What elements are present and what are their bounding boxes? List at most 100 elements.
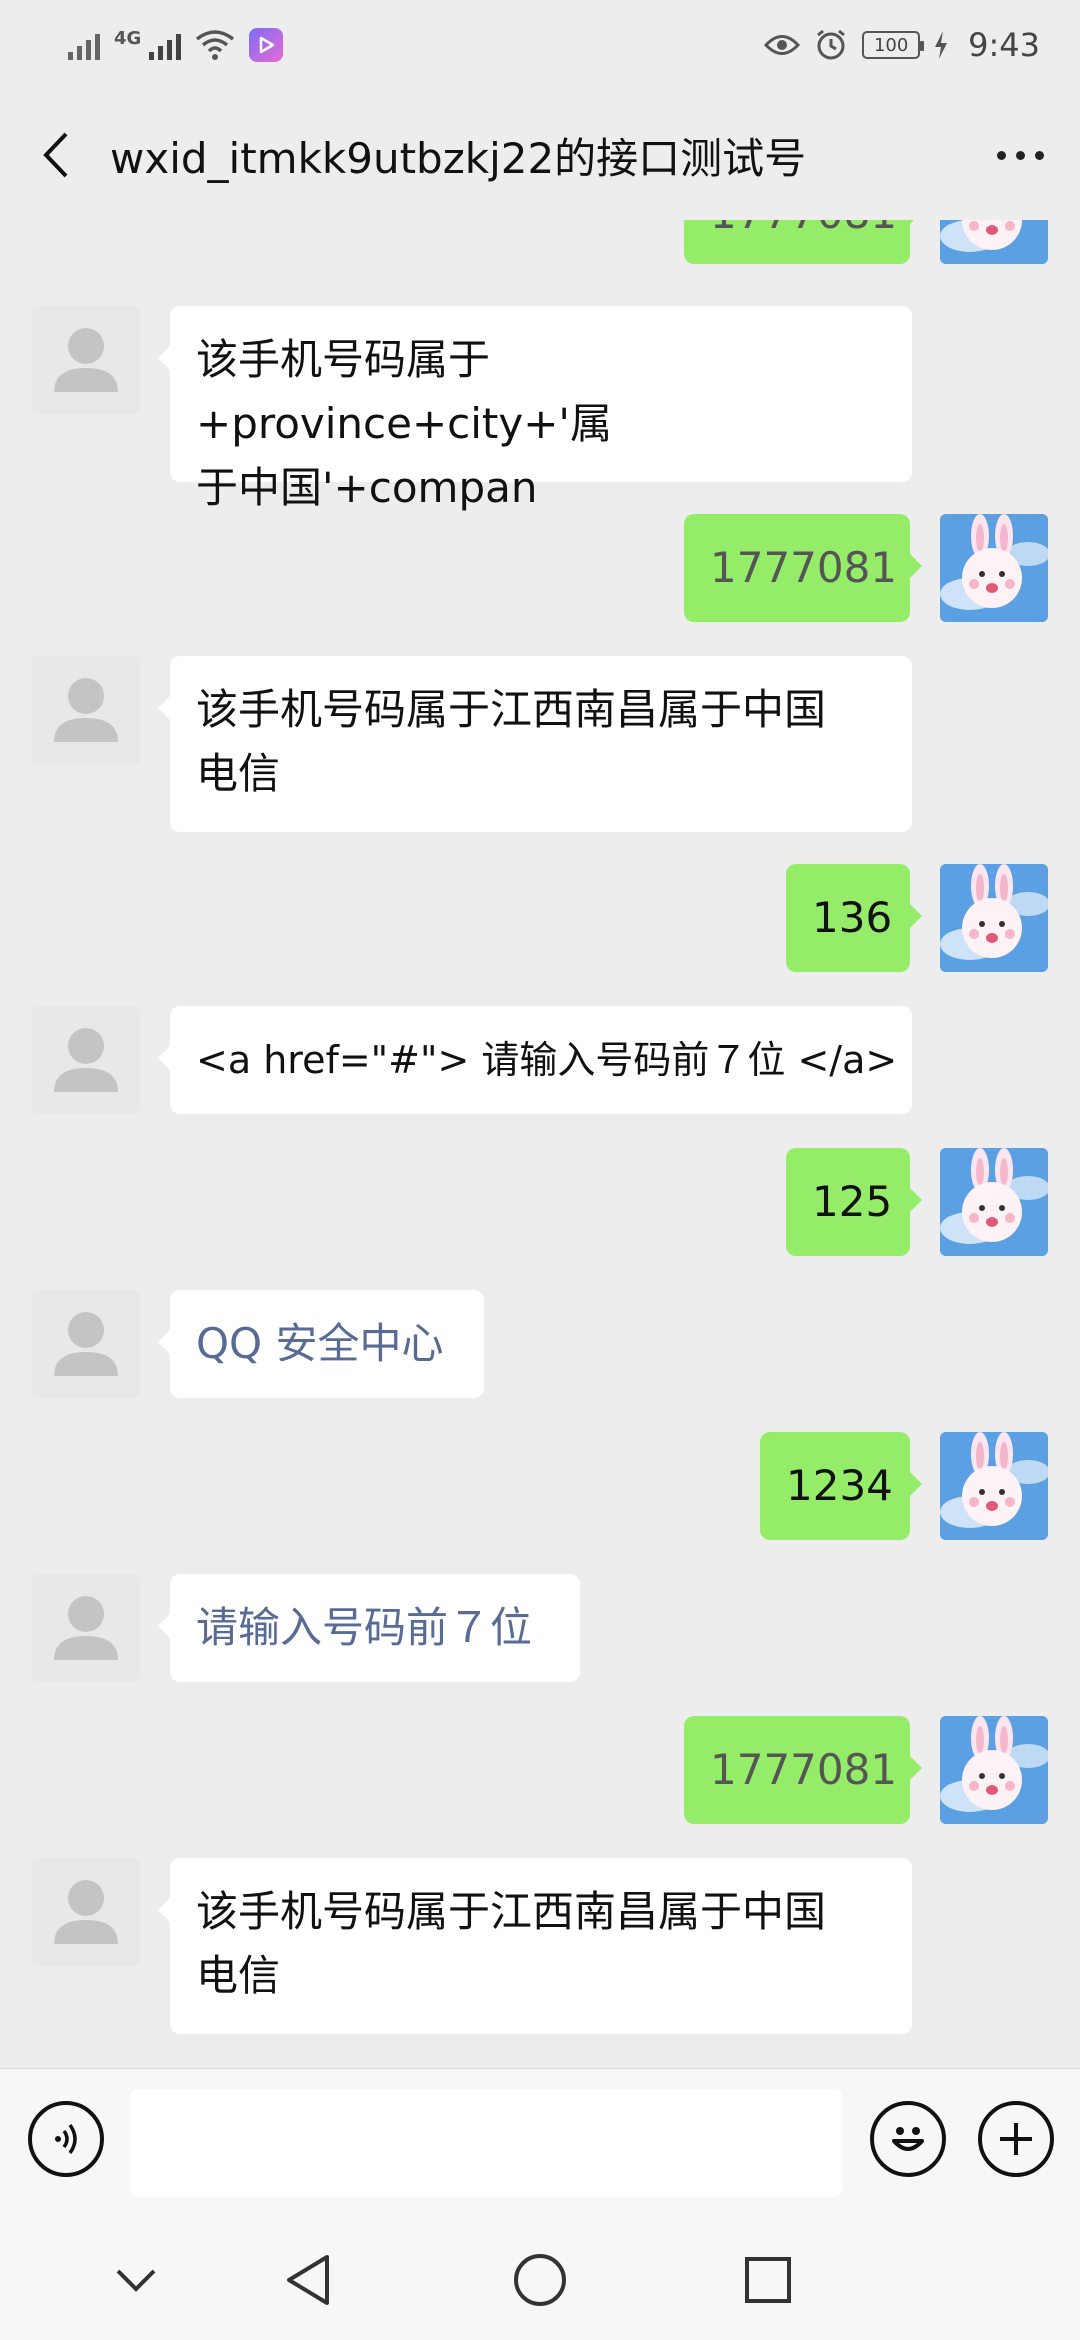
message-bubble-sent[interactable]: 136 [786,864,922,972]
message-bubble-received[interactable]: 请输入号码前７位 [158,1574,580,1682]
message-text: 1234 [786,1461,893,1510]
message-list[interactable]: 1777081 该手机号码属于 +province+city+'属 于中国'+c… [0,220,1080,2068]
message-text-line: 该手机号码属于江西南昌属于中国 [196,685,827,734]
bunny-avatar-icon [940,514,1048,622]
my-avatar[interactable] [940,1716,1048,1824]
bunny-avatar-icon [940,1148,1048,1256]
message-text-line: 于中国'+compan [196,463,538,512]
message-link-text[interactable]: 请输入号码前７位 [196,1596,554,1660]
message-input[interactable] [130,2089,842,2197]
clock: 9:43 [968,26,1040,64]
eye-icon [764,32,801,58]
bunny-avatar-icon [940,220,1048,264]
contact-avatar[interactable] [32,1290,140,1398]
video-app-icon [249,28,284,62]
message-text-line: 电信 [196,1951,281,2000]
message-bubble-sent[interactable]: 1777081 [684,514,922,622]
message-bubble-received[interactable]: QQ 安全中心 [158,1290,484,1398]
battery-icon: 100 [862,31,925,59]
message-bubble-received[interactable]: 该手机号码属于 +province+city+'属 于中国'+compan [158,306,912,512]
emoji-button[interactable] [870,2101,946,2177]
message-row: 125 [0,1148,1080,1258]
message-row: QQ 安全中心 [0,1290,1080,1402]
battery-level: 100 [873,34,909,56]
bunny-avatar-icon [940,1716,1048,1824]
message-bubble-sent[interactable]: 1777081 [684,220,922,264]
voice-toggle-button[interactable] [28,2101,104,2177]
contact-avatar[interactable] [32,1006,140,1114]
contact-avatar[interactable] [32,1574,140,1682]
circle-home-icon [514,2254,566,2306]
message-text-line: 该手机号码属于江西南昌属于中国 [196,1887,827,1936]
message-text-line: 电信 [196,749,281,798]
message-text: 125 [812,1177,893,1226]
my-avatar[interactable] [940,514,1048,622]
plus-icon [1000,2123,1032,2155]
message-row: 请输入号码前７位 [0,1574,1080,1686]
network-type-label: 4G [114,28,142,49]
my-avatar[interactable] [940,1148,1048,1256]
message-row: 该手机号码属于 +province+city+'属 于中国'+compan [0,306,1080,512]
bunny-avatar-icon [940,864,1048,972]
system-nav-bar [0,2220,1080,2340]
message-row: 1777081 [0,514,1080,624]
default-user-icon [54,1880,118,1944]
my-avatar[interactable] [940,220,1048,264]
status-left: 4G [68,28,284,62]
nav-recent-button[interactable] [728,2240,808,2320]
message-text: 1777081 [710,543,898,592]
message-bubble-received[interactable]: 该手机号码属于江西南昌属于中国 电信 [158,656,912,832]
message-text-line: <a href="#"> 请输入号码前７位 </a> [196,1038,898,1082]
default-user-icon [54,1312,118,1376]
message-bubble-sent[interactable]: 125 [786,1148,922,1256]
message-bubble-received[interactable]: 该手机号码属于江西南昌属于中国 电信 [158,1858,912,2034]
message-bubble-sent[interactable]: 1777081 [684,1716,922,1824]
voice-icon [55,2123,77,2155]
message-row: <a href="#"> 请输入号码前７位 </a> [0,1006,1080,1118]
nav-home-button[interactable] [500,2240,580,2320]
my-avatar[interactable] [940,864,1048,972]
back-button[interactable] [0,90,110,220]
default-user-icon [54,328,118,392]
default-user-icon [54,1028,118,1092]
chevron-left-icon [43,132,68,178]
more-dots-icon [996,150,1006,160]
chat-title: wxid_itmkk9utbzkj22的接口测试号 [110,133,807,183]
message-row: 1234 [0,1432,1080,1542]
chevron-down-icon [116,2269,156,2292]
message-row: 1777081 [0,1716,1080,1826]
default-user-icon [54,678,118,742]
cell-signal-icon [149,30,182,60]
contact-avatar[interactable] [32,656,140,764]
contact-avatar[interactable] [32,306,140,414]
status-right: 100 9:43 [764,26,1040,64]
bunny-avatar-icon [940,1432,1048,1540]
status-bar: 4G 100 9:43 [0,0,1080,90]
message-row: 该手机号码属于江西南昌属于中国 电信 [0,1858,1080,2038]
my-avatar[interactable] [940,1432,1048,1540]
alarm-icon [814,28,848,62]
square-recent-icon [745,2257,791,2303]
triangle-back-icon [287,2255,329,2305]
message-text: 1777081 [710,220,897,238]
nav-hide-button[interactable] [96,2240,176,2320]
message-link-text[interactable]: QQ 安全中心 [196,1312,458,1376]
contact-avatar[interactable] [32,1858,140,1966]
default-user-icon [54,1596,118,1660]
message-row: 136 [0,864,1080,974]
message-row: 1777081 [0,220,1080,270]
no-sim-signal-icon [68,30,100,60]
message-bubble-received[interactable]: <a href="#"> 请输入号码前７位 </a> [158,1006,912,1114]
message-row: 该手机号码属于江西南昌属于中国 电信 [0,656,1080,836]
message-text-line: 该手机号码属于 +province+city+'属 [196,335,612,448]
composer-bar [0,2068,1080,2220]
emoji-icon [892,2127,924,2151]
message-bubble-sent[interactable]: 1234 [760,1432,922,1540]
nav-back-button[interactable] [268,2240,348,2320]
chat-header: wxid_itmkk9utbzkj22的接口测试号 [0,90,1080,220]
charging-icon [934,31,948,59]
message-text: 1777081 [710,1745,898,1794]
more-actions-button[interactable] [978,2101,1054,2177]
wifi-icon [195,29,235,61]
more-button[interactable] [960,90,1080,220]
